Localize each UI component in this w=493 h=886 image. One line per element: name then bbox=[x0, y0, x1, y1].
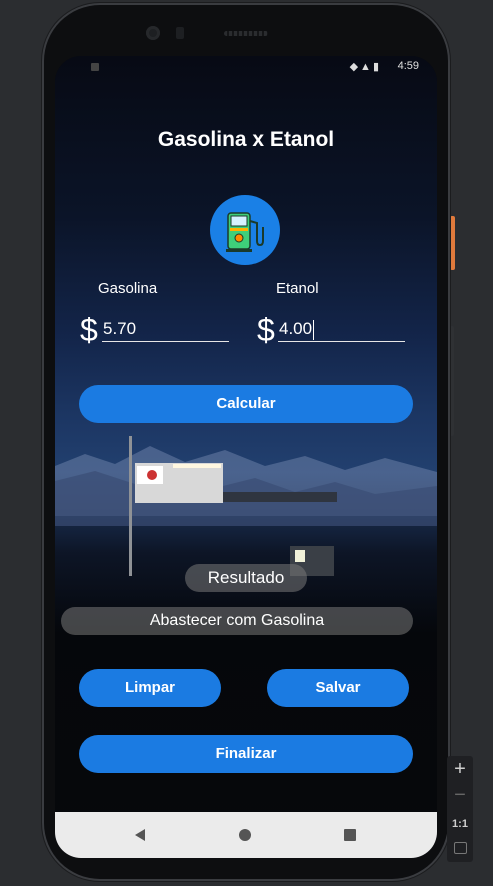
zoom-ratio-button[interactable]: 1:1 bbox=[447, 818, 473, 830]
text-cursor bbox=[313, 319, 315, 340]
earpiece-speaker bbox=[224, 31, 268, 36]
signal-wifi-battery-icons: ◆▲▮ bbox=[349, 61, 381, 73]
recent-apps-icon[interactable] bbox=[344, 829, 356, 841]
gasolina-currency-symbol: $ bbox=[80, 312, 98, 348]
status-time: 4:59 bbox=[397, 60, 419, 72]
gasolina-price-input[interactable]: 5.70 bbox=[102, 317, 229, 342]
front-camera bbox=[146, 26, 160, 40]
proximity-sensor bbox=[176, 27, 184, 39]
zoom-in-button[interactable]: + bbox=[447, 758, 473, 781]
status-bar: ◆▲▮ 4:59 bbox=[55, 56, 437, 78]
finalizar-button[interactable]: Finalizar bbox=[79, 735, 413, 773]
etanol-price-input[interactable]: 4.00 bbox=[278, 317, 405, 342]
result-value: Abastecer com Gasolina bbox=[61, 607, 413, 635]
zoom-out-button[interactable]: − bbox=[447, 784, 473, 807]
system-navigation-bar bbox=[55, 812, 437, 858]
fit-screen-icon[interactable] bbox=[454, 842, 467, 854]
result-label: Resultado bbox=[185, 564, 307, 592]
limpar-button[interactable]: Limpar bbox=[79, 669, 221, 707]
fuel-pump-glyph bbox=[226, 212, 264, 252]
calcular-button[interactable]: Calcular bbox=[79, 385, 413, 423]
notification-icon bbox=[91, 63, 99, 71]
home-icon[interactable] bbox=[239, 829, 251, 841]
background-scene bbox=[55, 436, 437, 576]
etanol-price-value: 4.00 bbox=[279, 319, 313, 338]
etanol-currency-symbol: $ bbox=[257, 312, 275, 348]
volume-button[interactable] bbox=[450, 326, 454, 436]
fuel-pump-icon bbox=[210, 195, 280, 265]
emulator-zoom-controls: + − 1:1 bbox=[447, 756, 473, 862]
gasolina-label: Gasolina bbox=[98, 280, 158, 297]
etanol-label: Etanol bbox=[276, 280, 319, 297]
power-button[interactable] bbox=[450, 216, 455, 270]
salvar-button[interactable]: Salvar bbox=[267, 669, 409, 707]
app-screen: ◆▲▮ 4:59 Gasolina x Etanol Gasolina Etan… bbox=[55, 56, 437, 858]
app-title: Gasolina x Etanol bbox=[157, 128, 335, 151]
back-icon[interactable] bbox=[135, 829, 145, 841]
